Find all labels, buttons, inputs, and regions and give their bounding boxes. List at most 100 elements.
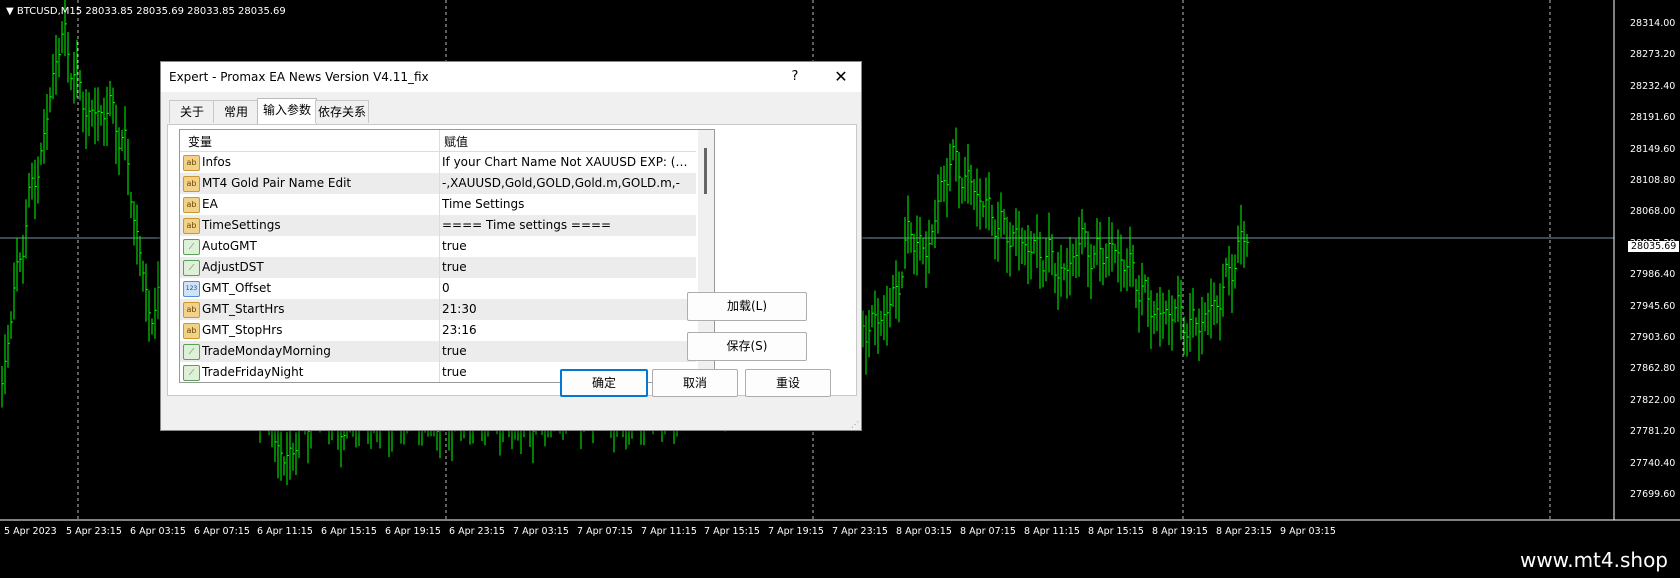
close-icon[interactable]: ✕ bbox=[826, 64, 856, 90]
chart-menu-triangle-icon[interactable]: ▼ bbox=[6, 6, 17, 17]
time-axis-label: 6 Apr 03:15 bbox=[130, 526, 186, 537]
parameter-row[interactable]: ab EA Time Settings bbox=[180, 194, 696, 215]
time-axis-label: 8 Apr 07:15 bbox=[960, 526, 1016, 537]
parameter-row[interactable]: ab GMT_StartHrs 21:30 bbox=[180, 299, 696, 320]
price-axis-label: 28149.60 bbox=[1630, 143, 1676, 155]
parameter-value[interactable]: 21:30 bbox=[442, 302, 692, 316]
boolean-type-icon: ⟋ bbox=[183, 260, 200, 276]
parameter-row[interactable]: ab MT4 Gold Pair Name Edit -,XAUUSD,Gold,G… bbox=[180, 173, 696, 194]
dialog-titlebar[interactable]: Expert - Promax EA News Version V4.11_fi… bbox=[161, 62, 861, 92]
grid-header: 变量 赋值 bbox=[180, 130, 696, 152]
load-button[interactable]: 加载(L) bbox=[687, 292, 807, 321]
ok-button[interactable]: 确定 bbox=[560, 369, 648, 397]
time-axis-label: 5 Apr 2023 bbox=[4, 526, 57, 537]
parameter-name: AutoGMT bbox=[202, 239, 257, 253]
price-axis-label: 27986.40 bbox=[1630, 269, 1676, 281]
parameter-value[interactable]: true bbox=[442, 239, 692, 253]
string-type-icon: ab bbox=[183, 218, 200, 234]
parameter-row[interactable]: ⟋ AdjustDST true bbox=[180, 257, 696, 278]
string-type-icon: ab bbox=[183, 176, 200, 192]
parameter-value[interactable]: 23:16 bbox=[442, 323, 692, 337]
boolean-type-icon: ⟋ bbox=[183, 365, 200, 381]
price-axis-label: 27699.60 bbox=[1630, 489, 1676, 500]
time-axis-label: 8 Apr 19:15 bbox=[1152, 526, 1208, 537]
chart-quote-text: BTCUSD,M15 28033.85 28035.69 28033.85 28… bbox=[16, 6, 286, 17]
cancel-button[interactable]: 取消 bbox=[652, 369, 738, 397]
parameter-name: GMT_Offset bbox=[202, 281, 272, 295]
time-axis-label: 7 Apr 15:15 bbox=[704, 526, 760, 537]
price-axis-label: 27822.00 bbox=[1630, 394, 1676, 406]
scrollbar-thumb[interactable] bbox=[704, 148, 707, 194]
parameter-value[interactable]: Time Settings bbox=[442, 197, 692, 211]
time-axis-label: 7 Apr 19:15 bbox=[768, 526, 824, 537]
watermark-text: www.mt4.shop bbox=[1519, 548, 1668, 572]
price-axis-label: 28232.40 bbox=[1630, 80, 1676, 92]
time-axis-label: 7 Apr 07:15 bbox=[577, 526, 633, 537]
dialog-title: Expert - Promax EA News Version V4.11_fi… bbox=[169, 70, 429, 84]
column-divider[interactable] bbox=[439, 130, 440, 382]
parameter-name: EA bbox=[202, 197, 218, 211]
string-type-icon: ab bbox=[183, 323, 200, 339]
price-axis-label: 27945.60 bbox=[1630, 300, 1676, 312]
parameter-name: AdjustDST bbox=[202, 260, 264, 274]
time-axis-label: 6 Apr 23:15 bbox=[449, 526, 505, 537]
tab-inputs[interactable]: 输入参数 bbox=[257, 98, 317, 124]
time-axis-label: 9 Apr 03:15 bbox=[1280, 526, 1336, 537]
parameter-row[interactable]: ab Infos If your Chart Name Not XAUUSD EXP… bbox=[180, 152, 696, 173]
parameter-name: TradeFridayNight bbox=[202, 365, 304, 379]
parameter-value[interactable]: true bbox=[442, 344, 692, 358]
current-price-label: 28035.69 bbox=[1628, 241, 1680, 252]
help-button[interactable]: ? bbox=[785, 67, 805, 87]
time-axis-label: 7 Apr 11:15 bbox=[641, 526, 697, 537]
price-axis-label: 28068.00 bbox=[1630, 206, 1676, 218]
parameter-name: TimeSettings bbox=[202, 218, 281, 232]
tab-about[interactable]: 关于 bbox=[169, 100, 215, 123]
parameter-row[interactable]: 123 GMT_Offset 0 bbox=[180, 278, 696, 299]
price-axis-label: 28108.80 bbox=[1630, 175, 1676, 186]
parameter-name: TradeMondayMorning bbox=[202, 344, 331, 358]
string-type-icon: ab bbox=[183, 197, 200, 213]
boolean-type-icon: ⟋ bbox=[183, 239, 200, 255]
parameter-row[interactable]: ⟋ TradeMondayMorning true bbox=[180, 341, 696, 362]
tab-dependencies[interactable]: 依存关系 bbox=[315, 100, 369, 123]
number-type-icon: 123 bbox=[183, 281, 200, 297]
parameter-name: MT4 Gold Pair Name Edit bbox=[202, 176, 352, 190]
time-axis-label: 7 Apr 03:15 bbox=[513, 526, 569, 537]
parameter-value[interactable]: ==== Time settings ==== bbox=[442, 218, 692, 232]
time-axis-label: 8 Apr 11:15 bbox=[1024, 526, 1080, 537]
parameter-name: Infos bbox=[202, 155, 231, 169]
parameter-row[interactable]: ab TimeSettings ==== Time settings ==== bbox=[180, 215, 696, 236]
parameter-row[interactable]: ⟋ AutoGMT true bbox=[180, 236, 696, 257]
parameter-name: GMT_StopHrs bbox=[202, 323, 283, 337]
column-header-value[interactable]: 赋值 bbox=[444, 133, 468, 150]
bottom-bar bbox=[0, 545, 1680, 578]
time-axis-label: 8 Apr 15:15 bbox=[1088, 526, 1144, 537]
string-type-icon: ab bbox=[183, 302, 200, 318]
column-header-variable[interactable]: 变量 bbox=[188, 133, 212, 150]
expert-properties-dialog: Expert - Promax EA News Version V4.11_fi… bbox=[160, 61, 862, 431]
time-axis-label: 5 Apr 23:15 bbox=[66, 526, 122, 537]
price-axis-label: 28273.20 bbox=[1630, 49, 1676, 61]
price-axis-label: 28191.60 bbox=[1630, 112, 1676, 124]
parameter-value[interactable]: 0 bbox=[442, 281, 692, 295]
input-parameters-grid[interactable]: 变量 赋值 ab Infos If your Chart Name Not XAUU… bbox=[179, 129, 715, 383]
time-axis-label: 8 Apr 03:15 bbox=[896, 526, 952, 537]
chart-symbol-header: ▼ BTCUSD,M15 28033.85 28035.69 28033.85 … bbox=[6, 6, 286, 17]
parameter-value[interactable]: If your Chart Name Not XAUUSD EXP: (XAUU… bbox=[442, 155, 692, 169]
reset-button[interactable]: 重设 bbox=[745, 369, 831, 397]
parameter-value[interactable]: true bbox=[442, 260, 692, 274]
time-axis-label: 6 Apr 07:15 bbox=[194, 526, 250, 537]
price-axis-label: 27903.60 bbox=[1630, 332, 1676, 343]
parameter-value[interactable]: -,XAUUSD,Gold,GOLD,Gold.m,GOLD.m,- bbox=[442, 176, 692, 190]
tab-common[interactable]: 常用 bbox=[213, 100, 259, 123]
parameter-row[interactable]: ab GMT_StopHrs 23:16 bbox=[180, 320, 696, 341]
string-type-icon: ab bbox=[183, 155, 200, 171]
price-axis-label: 27781.20 bbox=[1630, 426, 1676, 438]
resize-grip-icon[interactable]: ⋰ bbox=[851, 420, 859, 429]
time-axis-label: 6 Apr 11:15 bbox=[257, 526, 313, 537]
boolean-type-icon: ⟋ bbox=[183, 344, 200, 360]
price-axis-label: 27740.40 bbox=[1630, 457, 1676, 469]
time-axis-label: 7 Apr 23:15 bbox=[832, 526, 888, 537]
save-button[interactable]: 保存(S) bbox=[687, 332, 807, 361]
time-axis-label: 6 Apr 19:15 bbox=[385, 526, 441, 537]
